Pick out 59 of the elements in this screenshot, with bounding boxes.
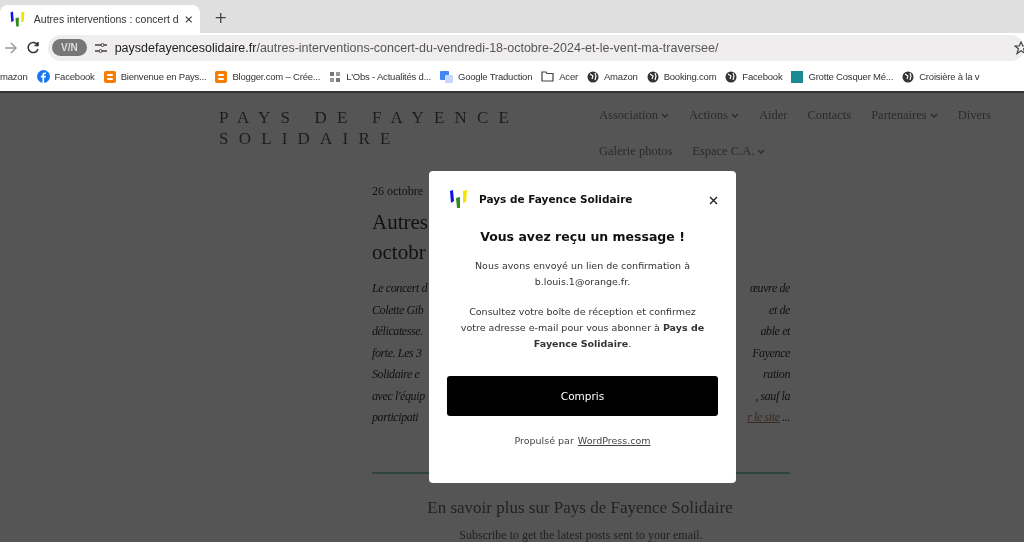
excerpt-text: ration (763, 367, 790, 383)
excerpt-text: , sauf la (755, 388, 790, 405)
post-date: 26 octobre (372, 184, 423, 199)
news-logo-icon (329, 70, 342, 83)
dialog-message: Nous avons envoyé un lien de confirmation à b.louis.1@orange.fr. (474, 259, 691, 289)
globe-icon (725, 70, 738, 83)
bookmark-item[interactable]: Booking.com (646, 70, 717, 83)
dialog-title: Vous avez reçu un message ! (479, 229, 686, 244)
excerpt-text: Fayence (752, 345, 790, 362)
chevron-down-icon (661, 112, 670, 118)
excerpt-text: Le concert d (372, 281, 428, 297)
url-text[interactable]: paysdefayencesolidaire.fr/autres-interventions-concert-du-vendredi-18-octobre-2024-et-le-vent-ma-traversee/ (114, 40, 719, 55)
excerpt-text: avec l'équip (372, 388, 425, 405)
bookmark-item[interactable]: Bienvenue en Pays... (103, 70, 207, 83)
translate-icon (440, 70, 453, 83)
blogger-icon (103, 70, 116, 83)
excerpt-text: et de (769, 302, 790, 319)
bookmark-item[interactable]: Blogger.com – Crée... (215, 70, 321, 83)
new-tab-button[interactable]: + (214, 8, 228, 27)
tab-title: Autres interventions : concert d (33, 13, 179, 25)
forward-arrow-icon[interactable] (4, 41, 18, 54)
post-title: Autres octobr (372, 209, 428, 266)
blogger-icon (215, 70, 228, 83)
chevron-down-icon (730, 112, 739, 118)
excerpt-text: Colette Gib (372, 302, 424, 319)
chevron-down-icon (929, 112, 938, 118)
browser-tab[interactable]: Autres interventions : concert d (0, 5, 200, 33)
address-bar[interactable]: V/N paysdefayencesolidaire.fr/autres-interventions-concert-du-vendredi-18-octobre-2024-et-le-vent-ma-traversee/ (48, 34, 1024, 61)
globe-icon (586, 70, 599, 83)
facebook-icon (36, 70, 50, 83)
bookmark-item[interactable]: Croisière à la v (902, 70, 980, 83)
reload-icon[interactable] (26, 40, 40, 55)
excerpt-text: délicatesse. (372, 324, 423, 340)
bookmark-item[interactable]: mazon (0, 71, 28, 82)
excerpt-text: Solidaire e (372, 367, 420, 383)
excerpt-text: participati (372, 410, 419, 426)
wordpress-link[interactable]: WordPress.com (577, 435, 651, 446)
dialog-message: Consultez votre boîte de réception et confirmez votre adresse e-mail pour vous abonner à Pays de Fayence Solidaire. (459, 305, 706, 351)
excerpt-text: able et (760, 324, 790, 340)
excerpt-text: forte. Les 3 (372, 345, 422, 362)
globe-icon (902, 70, 915, 83)
bookmark-item[interactable]: Facebook (725, 70, 783, 83)
bookmark-item[interactable]: Grotte Cosquer Mé... (791, 70, 894, 83)
dialog-brand: Pays de Fayence Solidaire (479, 193, 634, 205)
site-settings-icon[interactable] (94, 42, 107, 53)
bookmark-item[interactable]: Amazon (586, 70, 638, 83)
excerpt-text: œuvre de (750, 281, 790, 297)
thumbnail-icon (791, 70, 804, 83)
bookmark-item[interactable]: L'Obs - Actualités d... (329, 70, 431, 83)
folder-icon (541, 71, 555, 82)
star-icon[interactable] (1014, 40, 1024, 55)
confirm-button[interactable]: Compris (447, 376, 718, 416)
bookmark-item[interactable]: Facebook (36, 70, 95, 83)
bookmark-item[interactable]: Google Traduction (440, 70, 533, 83)
globe-icon (646, 70, 659, 83)
powered-by-text: Propulsé par (514, 435, 574, 446)
bookmark-item[interactable]: Acer (541, 71, 578, 82)
close-icon[interactable] (184, 14, 192, 24)
chevron-down-icon (757, 148, 766, 154)
